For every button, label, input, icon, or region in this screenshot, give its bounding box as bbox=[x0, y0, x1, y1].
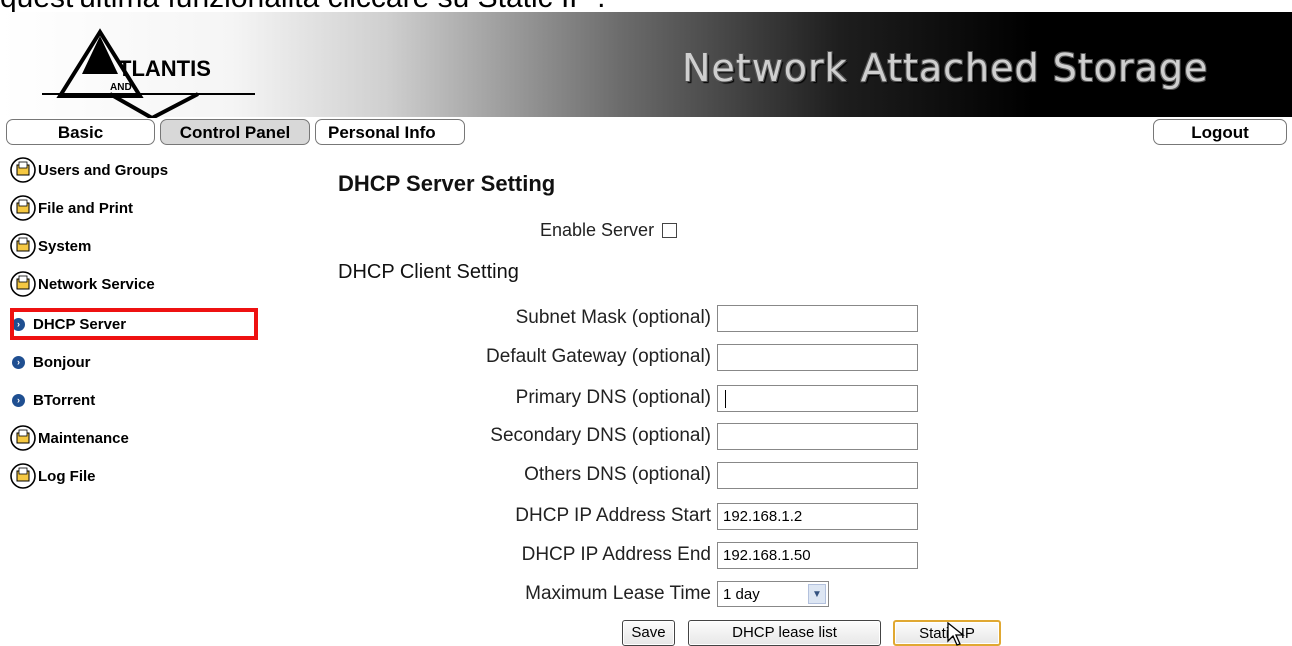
sidebar-item-system[interactable]: System bbox=[10, 232, 91, 260]
primary-dns-input[interactable] bbox=[717, 384, 918, 412]
sidebar-item-maintenance[interactable]: Maintenance bbox=[10, 424, 129, 452]
sidebar-item-log-file[interactable]: Log File bbox=[10, 462, 96, 490]
secondary-dns-input[interactable] bbox=[717, 422, 918, 450]
others-dns-input[interactable] bbox=[717, 461, 918, 489]
sidebar-item-users-and-groups[interactable]: Users and Groups bbox=[10, 156, 168, 184]
bullet-icon: › bbox=[12, 393, 25, 407]
sidebar-item-label: Maintenance bbox=[38, 429, 129, 447]
bullet-icon: › bbox=[12, 355, 25, 369]
sidebar-item-label: Network Service bbox=[38, 275, 155, 293]
others-dns-row: Others DNS (optional) bbox=[380, 459, 940, 491]
field-label: DHCP IP Address End bbox=[521, 544, 711, 565]
folder-icon bbox=[10, 157, 36, 183]
client-setting-heading: DHCP Client Setting bbox=[338, 261, 519, 283]
folder-icon bbox=[10, 271, 36, 297]
atlantis-logo: TLANTIS AND bbox=[42, 28, 255, 118]
ip-start-row: DHCP IP Address Start 192.168.1.2 bbox=[380, 500, 940, 532]
tab-basic[interactable]: Basic bbox=[6, 119, 155, 145]
folder-icon bbox=[10, 463, 36, 489]
field-label: Subnet Mask (optional) bbox=[515, 307, 711, 328]
ip-end-row: DHCP IP Address End 192.168.1.50 bbox=[380, 539, 940, 571]
sidebar-item-label: System bbox=[38, 237, 92, 255]
enable-server-checkbox[interactable] bbox=[662, 223, 678, 238]
enable-server-label: Enable Server bbox=[540, 220, 655, 240]
field-label: Maximum Lease Time bbox=[525, 583, 711, 604]
server-setting-heading: DHCP Server Setting bbox=[338, 171, 556, 196]
tab-personal-info[interactable]: Personal Info bbox=[315, 119, 465, 145]
field-label: DHCP IP Address Start bbox=[515, 505, 711, 526]
svg-text:AND: AND bbox=[110, 82, 132, 93]
secondary-dns-row: Secondary DNS (optional) bbox=[380, 420, 940, 452]
dhcp-lease-list-button[interactable]: DHCP lease list bbox=[688, 620, 881, 646]
save-button[interactable]: Save bbox=[622, 620, 675, 646]
default-gateway-row: Default Gateway (optional) bbox=[380, 341, 940, 373]
selection-highlight-box bbox=[10, 308, 258, 340]
primary-dns-row: Primary DNS (optional) bbox=[380, 382, 940, 414]
tab-control-panel[interactable]: Control Panel bbox=[160, 119, 310, 145]
field-label: Default Gateway (optional) bbox=[486, 346, 711, 367]
folder-icon bbox=[10, 233, 36, 259]
ip-start-input[interactable]: 192.168.1.2 bbox=[717, 502, 918, 530]
instruction-caption: quest'ultima funzionalità cliccare su St… bbox=[0, 0, 1292, 12]
lease-time-value: 1 day bbox=[723, 585, 760, 603]
sidebar-item-label: BTorrent bbox=[33, 391, 96, 409]
sidebar-item-label: Log File bbox=[38, 467, 96, 485]
field-label: Others DNS (optional) bbox=[524, 464, 711, 485]
sidebar-item-label: Users and Groups bbox=[38, 161, 169, 179]
chevron-down-icon[interactable]: ▼ bbox=[808, 584, 826, 604]
logout-button[interactable]: Logout bbox=[1153, 119, 1287, 145]
subnet-mask-input[interactable] bbox=[717, 304, 918, 332]
sidebar-item-bonjour[interactable]: › Bonjour bbox=[10, 348, 91, 376]
sidebar-item-btorrent[interactable]: › BTorrent bbox=[10, 386, 95, 414]
text-caret bbox=[725, 389, 726, 408]
default-gateway-input[interactable] bbox=[717, 343, 918, 371]
subnet-mask-row: Subnet Mask (optional) bbox=[380, 302, 940, 334]
mouse-cursor-icon bbox=[947, 622, 965, 646]
sidebar-item-network-service[interactable]: Network Service bbox=[10, 270, 155, 298]
header-banner: TLANTIS AND Network Attached Storage bbox=[0, 12, 1292, 118]
enable-server-row: Enable Server bbox=[540, 220, 770, 241]
field-label: Secondary DNS (optional) bbox=[490, 425, 711, 446]
ip-end-input[interactable]: 192.168.1.50 bbox=[717, 541, 918, 569]
sidebar-item-file-and-print[interactable]: File and Print bbox=[10, 194, 133, 222]
field-label: Primary DNS (optional) bbox=[515, 387, 711, 408]
lease-time-row: Maximum Lease Time 1 day ▼ bbox=[380, 578, 940, 610]
folder-icon bbox=[10, 425, 36, 451]
lease-time-select[interactable]: 1 day ▼ bbox=[717, 581, 829, 607]
sidebar-item-label: Bonjour bbox=[33, 353, 91, 371]
banner-title: Network Attached Storage bbox=[682, 46, 1209, 90]
svg-text:TLANTIS: TLANTIS bbox=[118, 56, 211, 81]
folder-icon bbox=[10, 195, 36, 221]
sidebar-item-label: File and Print bbox=[38, 199, 134, 217]
